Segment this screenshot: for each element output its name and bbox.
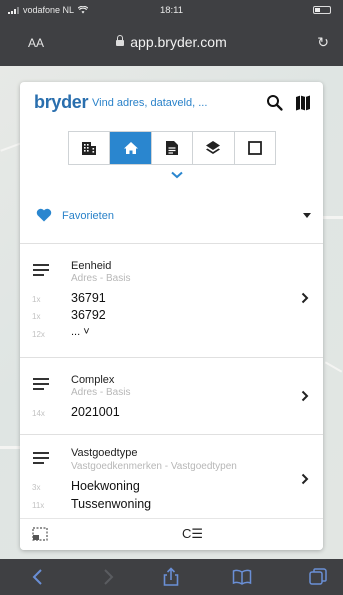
document-icon — [166, 141, 179, 155]
row-count: 14x — [32, 409, 45, 418]
view-toolbar — [68, 131, 276, 165]
section-title: Vastgoedtype — [71, 447, 138, 459]
reload-icon[interactable]: ↻ — [317, 34, 329, 51]
bryder-panel: bryder Vind adres, dataveld, ... Favorie… — [20, 82, 323, 550]
chevron-right-icon[interactable] — [301, 473, 309, 485]
row-count: 11x — [32, 501, 45, 510]
browser-address-bar: AA app.bryder.com ↻ — [0, 20, 343, 66]
filter-list-icon[interactable]: C☰ — [182, 526, 203, 542]
section-subtitle: Adres - Basis — [71, 387, 131, 398]
row-value: Hoekwoning — [71, 479, 140, 493]
favorites-row[interactable]: Favorieten — [20, 200, 323, 244]
layers-icon — [206, 141, 221, 154]
phone-screen: vodafone NL 18:11 AA app.bryder.com ↻ br… — [0, 0, 343, 595]
chevron-right-icon[interactable] — [301, 390, 309, 402]
show-more-button[interactable]: ... ˅ — [71, 326, 90, 338]
browser-toolbar — [0, 559, 343, 595]
share-icon[interactable] — [161, 567, 181, 587]
row-value: 36792 — [71, 308, 106, 322]
section-title: Eenheid — [71, 260, 112, 272]
map-icon[interactable] — [294, 94, 312, 112]
section-subtitle: Vastgoedkenmerken - Vastgoedtypen — [71, 461, 237, 472]
section-title: Complex — [71, 374, 115, 386]
tab-square[interactable] — [235, 132, 275, 164]
home-icon — [123, 142, 138, 154]
row-count: 3x — [32, 483, 41, 492]
row-count: 1x — [32, 295, 41, 304]
chevron-right-icon[interactable] — [301, 292, 309, 304]
row-value: Tussenwoning — [71, 497, 152, 511]
caret-down-icon[interactable] — [303, 213, 311, 218]
tab-layers[interactable] — [193, 132, 235, 164]
back-icon[interactable] — [28, 567, 48, 587]
menu-icon — [33, 452, 49, 464]
section-subtitle: Adres - Basis — [71, 273, 131, 284]
row-value: 36791 — [71, 291, 106, 305]
lock-icon — [116, 35, 125, 46]
panel-footer: C☰ — [20, 518, 323, 550]
row-value: 2021001 — [71, 405, 120, 419]
url-text: app.bryder.com — [130, 34, 227, 50]
menu-icon — [33, 378, 49, 390]
heart-icon — [36, 208, 52, 222]
row-count: 1x — [32, 312, 41, 321]
section-complex[interactable]: Complex Adres - Basis 14x 2021001 — [20, 358, 323, 435]
menu-icon — [33, 264, 49, 276]
chevron-down-icon[interactable] — [170, 170, 184, 180]
favorites-label: Favorieten — [62, 210, 114, 222]
status-bar: vodafone NL 18:11 — [0, 0, 343, 20]
bookmarks-icon[interactable] — [232, 567, 252, 587]
search-icon[interactable] — [266, 94, 284, 112]
tab-document[interactable] — [152, 132, 194, 164]
forward-icon[interactable] — [98, 567, 118, 587]
row-count: 12x — [32, 330, 45, 339]
building-icon — [82, 142, 97, 155]
section-eenheid[interactable]: Eenheid Adres - Basis 1x 36791 1x 36792 … — [20, 244, 323, 358]
collapse-corner-icon[interactable] — [32, 527, 48, 541]
url-field[interactable]: app.bryder.com — [0, 34, 343, 50]
search-input[interactable]: Vind adres, dataveld, ... — [92, 97, 207, 109]
section-vastgoedtype[interactable]: Vastgoedtype Vastgoedkenmerken - Vastgoe… — [20, 435, 323, 518]
header: bryder Vind adres, dataveld, ... — [34, 92, 314, 114]
battery-icon — [313, 6, 331, 14]
tab-home[interactable] — [110, 132, 152, 164]
clock: 18:11 — [159, 5, 184, 16]
tab-building[interactable] — [69, 132, 111, 164]
tabs-icon[interactable] — [308, 567, 328, 587]
square-icon — [247, 141, 262, 155]
bryder-logo[interactable]: bryder — [34, 92, 89, 113]
